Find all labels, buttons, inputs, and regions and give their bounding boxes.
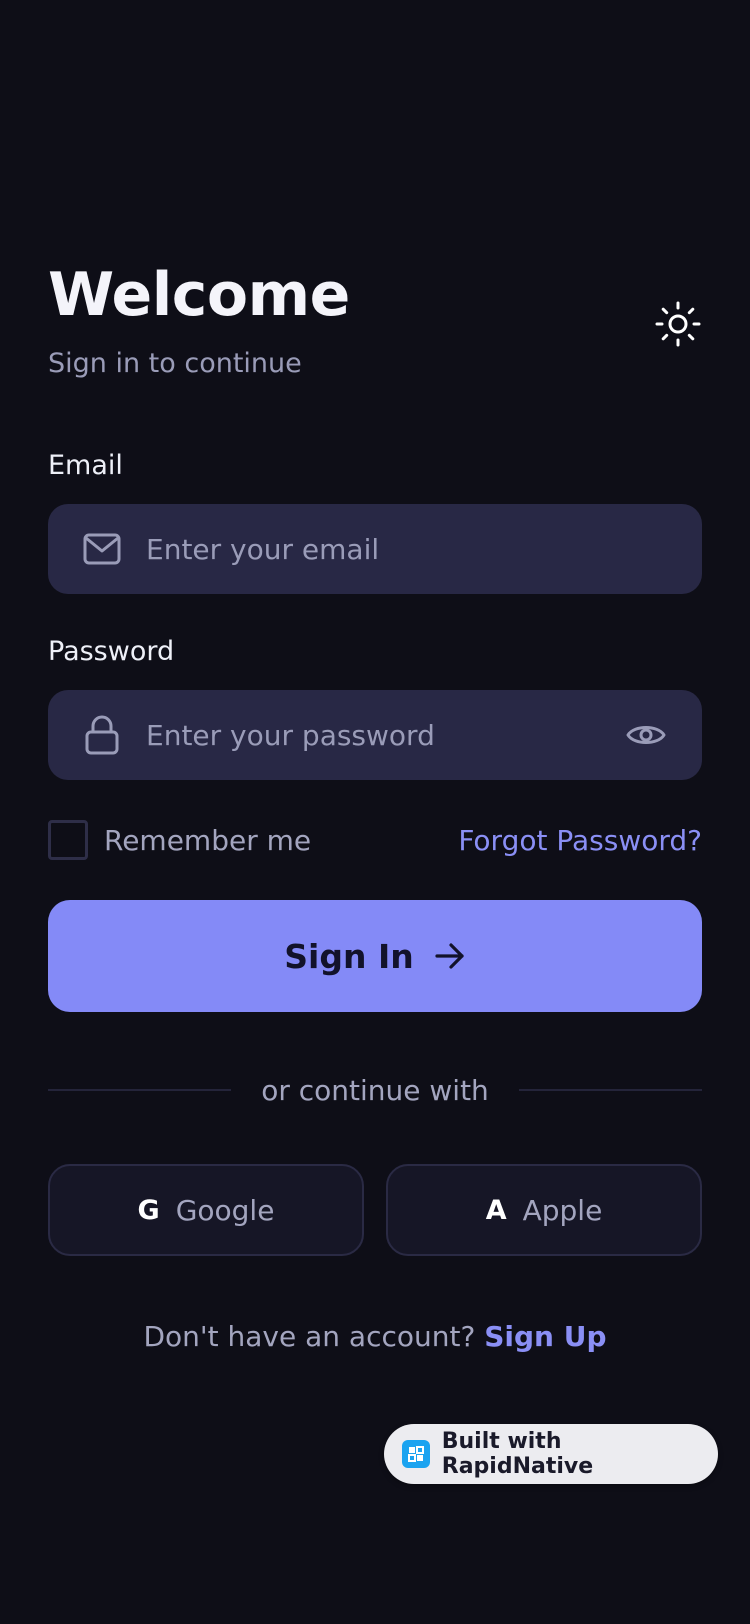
password-label: Password xyxy=(48,636,175,667)
google-label: Google xyxy=(175,1193,275,1227)
signup-row: Don't have an account? Sign Up xyxy=(0,1320,750,1353)
apple-icon: A xyxy=(485,1194,507,1226)
page-title: Welcome xyxy=(48,260,350,330)
sign-in-label: Sign In xyxy=(284,936,414,976)
apple-label: Apple xyxy=(522,1193,603,1227)
divider: or continue with xyxy=(48,1070,703,1110)
remember-row: Remember me Forgot Password? xyxy=(48,820,702,860)
password-input[interactable] xyxy=(146,690,624,780)
forgot-password-link[interactable]: Forgot Password? xyxy=(458,824,702,857)
google-icon: G xyxy=(137,1194,160,1226)
apple-button[interactable]: A Apple xyxy=(386,1164,702,1256)
email-label: Email xyxy=(48,450,123,481)
page-subtitle: Sign in to continue xyxy=(48,348,302,379)
sign-in-button[interactable]: Sign In xyxy=(48,900,702,1012)
sign-up-link[interactable]: Sign Up xyxy=(484,1320,606,1353)
divider-text: or continue with xyxy=(261,1073,489,1107)
arrow-right-icon xyxy=(434,942,466,970)
divider-line-left xyxy=(48,1089,232,1091)
remember-checkbox[interactable] xyxy=(48,820,88,860)
eye-icon[interactable] xyxy=(624,713,668,757)
signup-prompt: Don't have an account? xyxy=(143,1320,476,1353)
password-field[interactable] xyxy=(48,690,702,780)
divider-line-right xyxy=(518,1089,703,1091)
theme-toggle-button[interactable] xyxy=(654,301,702,351)
badge-text: Built with RapidNative xyxy=(441,1429,594,1479)
email-input[interactable] xyxy=(146,504,702,594)
rapidnative-logo-icon xyxy=(402,1440,430,1468)
lock-icon xyxy=(82,715,122,755)
google-button[interactable]: G Google xyxy=(48,1164,364,1256)
sun-icon[interactable] xyxy=(655,301,701,351)
mail-icon xyxy=(82,529,122,569)
email-field[interactable] xyxy=(48,504,702,594)
remember-label[interactable]: Remember me xyxy=(104,824,311,857)
rapidnative-badge[interactable]: Built with RapidNative xyxy=(384,1424,718,1484)
